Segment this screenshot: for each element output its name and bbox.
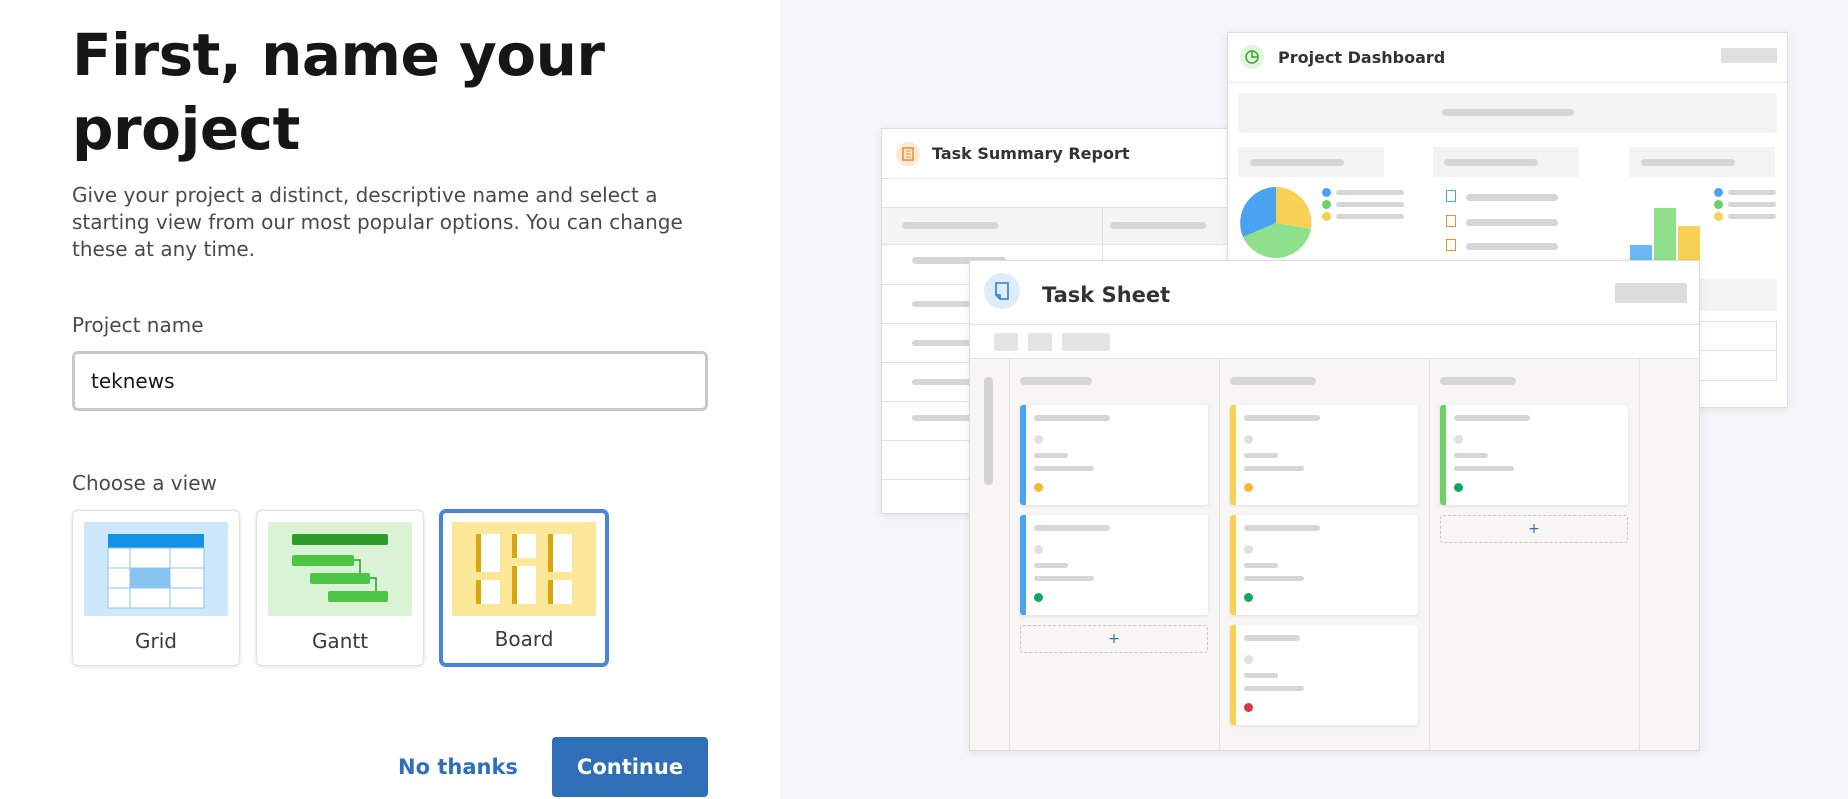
board-card[interactable] xyxy=(1230,625,1418,725)
board-card[interactable] xyxy=(1020,405,1208,505)
board-card[interactable] xyxy=(1020,515,1208,615)
board-card[interactable] xyxy=(1440,405,1628,505)
report-mini-icon xyxy=(1446,215,1456,227)
board-column: + xyxy=(1010,359,1220,750)
report-mini-icon xyxy=(1446,239,1456,251)
view-option-gantt[interactable]: Gantt xyxy=(256,510,424,666)
gantt-view-thumbnail xyxy=(268,522,412,616)
view-options: Grid Gantt Board xyxy=(72,510,608,666)
scrollbar[interactable] xyxy=(984,377,993,485)
sheet-title: Task Sheet xyxy=(1042,283,1171,307)
task-sheet-card: Task Sheet + + xyxy=(969,260,1700,751)
pie-chart-icon xyxy=(1240,187,1312,258)
page-description: Give your project a distinct, descriptiv… xyxy=(72,183,683,261)
dashboard-icon xyxy=(1240,45,1264,69)
view-label-board: Board xyxy=(494,627,554,651)
continue-button[interactable]: Continue xyxy=(552,737,708,797)
view-label-grid: Grid xyxy=(135,629,177,653)
board-view-thumbnail xyxy=(452,522,596,616)
page-title: First, name your project xyxy=(72,21,605,163)
view-option-grid[interactable]: Grid xyxy=(72,510,240,666)
sheet-icon xyxy=(984,273,1020,309)
board-card[interactable] xyxy=(1230,405,1418,505)
dashboard-title: Project Dashboard xyxy=(1278,48,1446,67)
project-name-label: Project name xyxy=(72,313,204,337)
report-icon xyxy=(896,142,920,166)
project-name-input[interactable] xyxy=(72,351,708,411)
board-card[interactable] xyxy=(1230,515,1418,615)
add-card-button[interactable]: + xyxy=(1020,625,1208,653)
board-column xyxy=(1220,359,1430,750)
view-option-board[interactable]: Board xyxy=(440,510,608,666)
no-thanks-button[interactable]: No thanks xyxy=(388,737,528,797)
setup-panel: First, name your project Give your proje… xyxy=(0,0,780,799)
grid-view-thumbnail xyxy=(84,522,228,616)
report-title: Task Summary Report xyxy=(932,144,1130,163)
preview-illustration: Task Summary Report Project Dashboard Ta… xyxy=(780,0,1848,799)
board-column: + xyxy=(1430,359,1640,750)
sheet-mini-icon xyxy=(1446,190,1456,202)
add-card-button[interactable]: + xyxy=(1440,515,1628,543)
view-label-gantt: Gantt xyxy=(311,629,369,653)
choose-view-label: Choose a view xyxy=(72,471,217,495)
